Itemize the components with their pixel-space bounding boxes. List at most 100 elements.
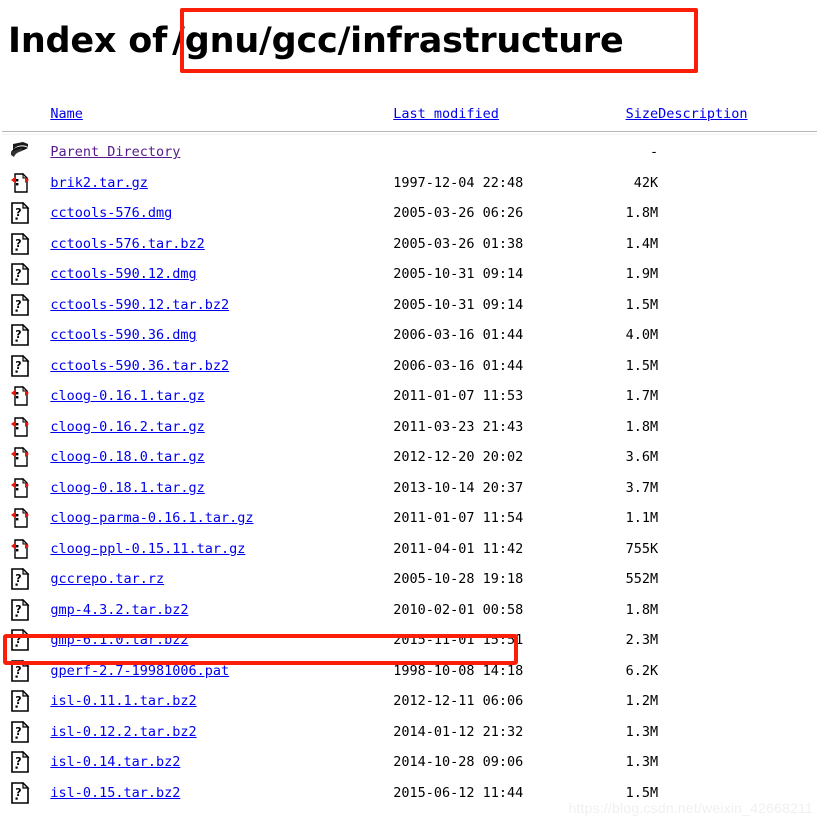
table-row[interactable]: ? gmp-6.1.0.tar.bz2 2015-11-01 15:51 2.3M xyxy=(0,625,817,656)
last-modified-cell: 1997-12-04 22:48 xyxy=(393,174,524,191)
last-modified-cell: 2010-02-01 00:58 xyxy=(393,601,524,618)
file-link[interactable]: cloog-0.16.1.tar.gz xyxy=(50,388,204,404)
table-row[interactable]: cloog-0.18.1.tar.gz 2013-10-14 20:37 3.7M xyxy=(0,473,817,504)
file-icon-cell: ? xyxy=(0,625,50,656)
file-name-cell: cctools-590.12.dmg xyxy=(50,259,393,290)
table-row[interactable]: brik2.tar.gz 1997-12-04 22:48 42K xyxy=(0,168,817,199)
file-icon-cell xyxy=(0,137,50,168)
file-link[interactable]: gmp-4.3.2.tar.bz2 xyxy=(50,602,188,618)
directory-listing: Name Last modified Size Description Pare… xyxy=(0,100,821,808)
file-name-cell: cctools-576.tar.bz2 xyxy=(50,229,393,260)
table-row[interactable]: ? gperf-2.7-19981006.pat 1998-10-08 14:18 6… xyxy=(0,656,817,687)
table-row[interactable]: ? isl-0.11.1.tar.bz2 2012-12-11 06:06 1.2M xyxy=(0,686,817,717)
svg-text:?: ? xyxy=(15,359,21,372)
file-link[interactable]: cctools-576.tar.bz2 xyxy=(50,236,204,252)
unknown-file-icon: ? xyxy=(10,689,30,713)
file-name-cell: gccrepo.tar.rz xyxy=(50,564,393,595)
file-link[interactable]: isl-0.14.tar.bz2 xyxy=(50,754,180,770)
size-cell: 1.8M xyxy=(625,418,659,435)
file-link[interactable]: cloog-parma-0.16.1.tar.gz xyxy=(50,510,253,526)
file-link[interactable]: cloog-0.18.0.tar.gz xyxy=(50,449,204,465)
last-modified-cell: 2012-12-20 20:02 xyxy=(393,449,524,466)
table-row[interactable]: cloog-parma-0.16.1.tar.gz 2011-01-07 11:5… xyxy=(0,503,817,534)
file-listing-table: Name Last modified Size Description Pare… xyxy=(0,100,817,808)
table-row[interactable]: ? gmp-4.3.2.tar.bz2 2010-02-01 00:58 1.8M xyxy=(0,595,817,626)
size-cell: 1.4M xyxy=(625,235,659,252)
compressed-icon xyxy=(10,538,30,560)
file-link[interactable]: cctools-590.12.tar.bz2 xyxy=(50,297,229,313)
last-modified-cell: 2011-01-07 11:53 xyxy=(393,388,524,405)
table-row[interactable]: ? gccrepo.tar.rz 2005-10-28 19:18 552M xyxy=(0,564,817,595)
last-modified-cell xyxy=(393,137,596,168)
sort-by-date-link[interactable]: Last modified xyxy=(393,106,499,122)
table-row[interactable]: Parent Directory - xyxy=(0,137,817,168)
file-icon-cell: ? xyxy=(0,717,50,748)
description-cell xyxy=(658,229,817,260)
header-divider-row xyxy=(0,128,817,137)
table-row[interactable]: ? cctools-590.36.dmg 2006-03-16 01:44 4.0M xyxy=(0,320,817,351)
size-cell: 1.2M xyxy=(625,693,659,710)
back-arrow-icon xyxy=(10,141,30,163)
description-cell xyxy=(658,747,817,778)
table-row[interactable]: ? cctools-576.tar.bz2 2005-03-26 01:38 1.4M xyxy=(0,229,817,260)
compressed-icon xyxy=(10,416,30,438)
svg-text:?: ? xyxy=(15,572,21,585)
file-link[interactable]: cctools-590.12.dmg xyxy=(50,266,196,282)
table-row[interactable]: ? isl-0.12.2.tar.bz2 2014-01-12 21:32 1.3M xyxy=(0,717,817,748)
last-modified-cell: 2011-03-23 21:43 xyxy=(393,418,524,435)
file-link[interactable]: isl-0.11.1.tar.bz2 xyxy=(50,693,196,709)
size-cell: 6.2K xyxy=(625,662,659,679)
table-row[interactable]: cloog-ppl-0.15.11.tar.gz 2011-04-01 11:42… xyxy=(0,534,817,565)
table-row[interactable]: cloog-0.16.2.tar.gz 2011-03-23 21:43 1.8M xyxy=(0,412,817,443)
size-cell: 1.8M xyxy=(625,601,659,618)
file-icon-cell: ? xyxy=(0,595,50,626)
sort-by-size-link[interactable]: Size xyxy=(626,106,659,122)
table-row[interactable]: cloog-0.16.1.tar.gz 2011-01-07 11:53 1.7M xyxy=(0,381,817,412)
svg-text:?: ? xyxy=(15,786,21,799)
file-link[interactable]: gmp-6.1.0.tar.bz2 xyxy=(50,632,188,648)
file-link[interactable]: isl-0.12.2.tar.bz2 xyxy=(50,724,196,740)
file-link[interactable]: Parent Directory xyxy=(50,144,180,160)
file-icon-cell xyxy=(0,534,50,565)
file-icon-cell xyxy=(0,473,50,504)
file-link[interactable]: gccrepo.tar.rz xyxy=(50,571,164,587)
file-link[interactable]: cctools-590.36.tar.bz2 xyxy=(50,358,229,374)
file-icon-cell: ? xyxy=(0,564,50,595)
size-cell: 3.6M xyxy=(625,449,659,466)
description-cell xyxy=(658,320,817,351)
svg-text:?: ? xyxy=(15,298,21,311)
file-link[interactable]: brik2.tar.gz xyxy=(50,175,148,191)
table-row[interactable]: ? isl-0.14.tar.bz2 2014-10-28 09:06 1.3M xyxy=(0,747,817,778)
description-cell xyxy=(658,137,817,168)
last-modified-cell: 2011-01-07 11:54 xyxy=(393,510,524,527)
size-cell: 1.1M xyxy=(625,510,659,527)
table-row[interactable]: cloog-0.18.0.tar.gz 2012-12-20 20:02 3.6M xyxy=(0,442,817,473)
file-link[interactable]: cloog-ppl-0.15.11.tar.gz xyxy=(50,541,245,557)
page-header: Index of /gnu/gcc/infrastructure xyxy=(8,10,624,72)
unknown-file-icon: ? xyxy=(10,293,30,316)
file-link[interactable]: cloog-0.18.1.tar.gz xyxy=(50,480,204,496)
table-row[interactable]: ? cctools-590.12.tar.bz2 2005-10-31 09:14 1… xyxy=(0,290,817,321)
file-name-cell: cloog-parma-0.16.1.tar.gz xyxy=(50,503,393,534)
file-name-cell: isl-0.14.tar.bz2 xyxy=(50,747,393,778)
table-row[interactable]: ? cctools-590.12.dmg 2005-10-31 09:14 1.9M xyxy=(0,259,817,290)
unknown-file-icon: ? xyxy=(10,720,30,743)
unknown-file-icon: ? xyxy=(10,781,30,804)
file-link[interactable]: cctools-590.36.dmg xyxy=(50,327,196,343)
unknown-file-icon: ? xyxy=(10,598,30,621)
size-cell: 1.8M xyxy=(625,205,659,222)
file-link[interactable]: gperf-2.7-19981006.pat xyxy=(50,663,229,679)
svg-text:?: ? xyxy=(15,725,21,738)
last-modified-cell: 2014-01-12 21:32 xyxy=(393,723,524,740)
sort-by-description-link[interactable]: Description xyxy=(658,106,747,122)
size-cell: 1.3M xyxy=(625,723,659,740)
size-cell: 4.0M xyxy=(625,327,659,344)
file-name-cell: cloog-0.18.1.tar.gz xyxy=(50,473,393,504)
file-link[interactable]: cctools-576.dmg xyxy=(50,205,172,221)
table-row[interactable]: ? cctools-576.dmg 2005-03-26 06:26 1.8M xyxy=(0,198,817,229)
file-link[interactable]: isl-0.15.tar.bz2 xyxy=(50,785,180,801)
sort-by-name-link[interactable]: Name xyxy=(50,106,83,122)
file-link[interactable]: cloog-0.16.2.tar.gz xyxy=(50,419,204,435)
table-row[interactable]: ? cctools-590.36.tar.bz2 2006-03-16 01:44 1… xyxy=(0,351,817,382)
file-name-cell: cloog-0.16.1.tar.gz xyxy=(50,381,393,412)
